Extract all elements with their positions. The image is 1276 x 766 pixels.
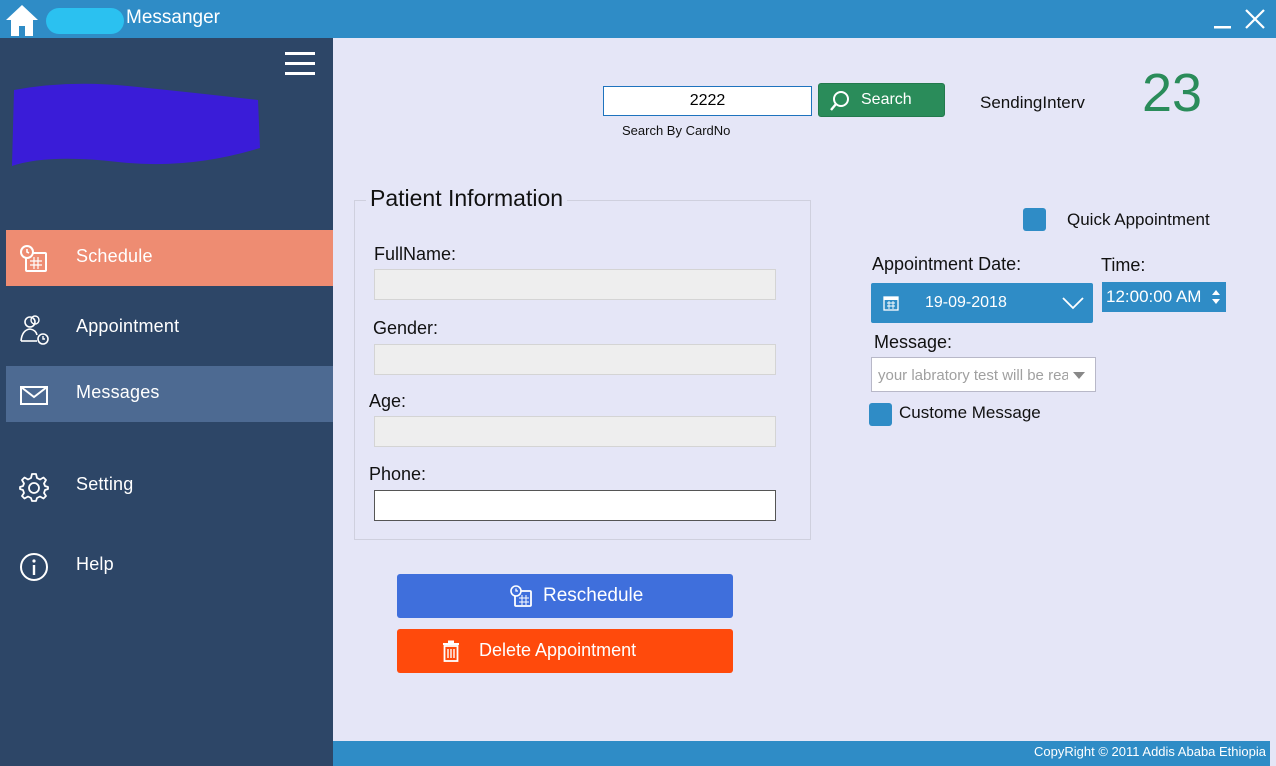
reschedule-button[interactable]: Reschedule (397, 574, 733, 618)
status-bar: CopyRight © 2011 Addis Ababa Ethiopia (333, 741, 1270, 766)
close-icon[interactable] (1242, 6, 1268, 32)
sidebar-item-label: Schedule (76, 246, 153, 266)
home-icon[interactable] (4, 3, 40, 37)
sending-interval-value: 23 (1142, 63, 1203, 123)
appointment-date-value: 19-09-2018 (925, 294, 1007, 311)
dropdown-arrow-icon (1073, 372, 1085, 379)
quick-appointment-label: Quick Appointment (1067, 210, 1210, 229)
redacted-user-name (46, 8, 124, 34)
calendar-icon (883, 296, 899, 311)
search-hint: Search By CardNo (622, 123, 731, 138)
message-select-value: your labratory test will be ready (878, 367, 1068, 384)
sidebar-item-label: Setting (76, 474, 134, 494)
fullname-field[interactable] (374, 269, 776, 300)
fullname-label: FullName: (374, 244, 457, 264)
delete-appointment-label: Delete Appointment (479, 640, 637, 660)
sidebar-item-label: Appointment (76, 316, 180, 336)
copyright-text: CopyRight © 2011 Addis Ababa Ethiopia (1034, 744, 1266, 759)
info-icon (20, 553, 48, 581)
time-label: Time: (1101, 255, 1146, 275)
message-select[interactable]: your labratory test will be ready (871, 357, 1096, 392)
age-field[interactable] (374, 416, 776, 447)
search-button-label: Search (861, 91, 912, 108)
sidebar: Schedule Appointment Messages Setting He… (0, 38, 333, 766)
search-input[interactable]: 2222 (603, 86, 812, 116)
sidebar-item-schedule[interactable]: Schedule (6, 230, 333, 286)
search-icon (830, 91, 849, 111)
sidebar-item-setting[interactable]: Setting (6, 458, 333, 514)
phone-label: Phone: (369, 464, 427, 484)
calendar-clock-icon (20, 245, 47, 272)
reschedule-label: Reschedule (543, 585, 644, 606)
app-window: Messanger Schedule Appointment Messages … (0, 0, 1276, 766)
search-button[interactable]: Search (818, 83, 945, 117)
gender-label: Gender: (373, 318, 439, 338)
age-label: Age: (369, 391, 407, 411)
spinner-arrows-icon[interactable] (1210, 286, 1222, 308)
sending-interval-label: SendingInterv (980, 93, 1085, 112)
chevron-down-icon[interactable] (1061, 295, 1085, 311)
phone-field[interactable] (374, 490, 776, 521)
gear-icon (19, 473, 49, 502)
minimize-icon[interactable] (1210, 6, 1236, 32)
message-label: Message: (874, 332, 953, 352)
appointment-date-picker[interactable]: 19-09-2018 (871, 283, 1093, 323)
trash-icon (443, 640, 459, 662)
appointment-date-label: Appointment Date: (872, 254, 1022, 274)
sidebar-item-appointment[interactable]: Appointment (6, 300, 333, 356)
title-bar: Messanger (0, 0, 1276, 38)
delete-appointment-button[interactable]: Delete Appointment (397, 629, 733, 673)
hamburger-icon[interactable] (285, 52, 315, 76)
users-clock-icon (20, 315, 49, 345)
time-picker[interactable]: 12:00:00 AM (1102, 282, 1226, 312)
redacted-profile (12, 83, 260, 166)
envelope-icon (20, 386, 48, 405)
app-title: Messanger (126, 7, 220, 28)
sidebar-item-label: Help (76, 554, 114, 574)
calendar-clock-icon (510, 585, 532, 607)
gender-field[interactable] (374, 344, 776, 375)
sidebar-item-messages[interactable]: Messages (6, 366, 333, 422)
time-value: 12:00:00 AM (1106, 287, 1202, 306)
custom-message-checkbox[interactable] (869, 403, 892, 426)
quick-appointment-checkbox[interactable] (1023, 208, 1046, 231)
sidebar-item-label: Messages (76, 382, 160, 402)
patient-info-title: Patient Information (366, 185, 568, 212)
sidebar-item-help[interactable]: Help (6, 538, 333, 594)
custom-message-label: Custome Message (899, 403, 1041, 422)
